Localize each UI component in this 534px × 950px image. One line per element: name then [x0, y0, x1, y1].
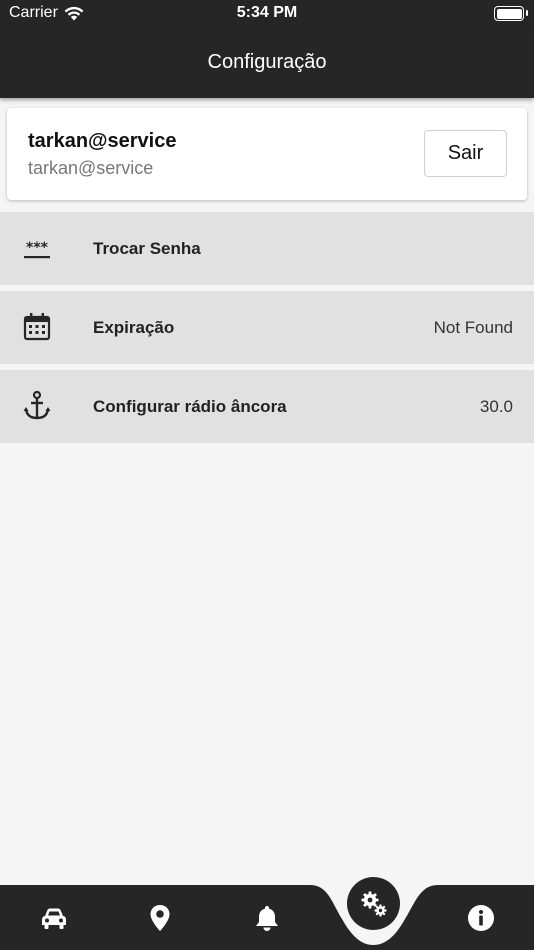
logout-button[interactable]: Sair	[424, 130, 507, 177]
calendar-icon	[23, 313, 51, 341]
page-title: Configuração	[207, 51, 327, 73]
battery-tip	[526, 10, 528, 16]
settings-gears-icon	[361, 891, 386, 916]
info-icon[interactable]	[466, 903, 496, 933]
settings-item-label: Configurar rádio âncora	[93, 397, 287, 416]
settings-item-expiration[interactable]: Expiração Not Found	[0, 291, 534, 364]
battery-icon	[494, 6, 524, 21]
car-icon[interactable]	[39, 903, 69, 933]
settings-item-label: Expiração	[93, 318, 175, 337]
account-email: tarkan@service	[28, 158, 154, 178]
account-card: tarkan@service tarkan@service Sair	[7, 108, 527, 200]
svg-text:***: ***	[26, 240, 49, 256]
map-pin-icon[interactable]	[145, 903, 175, 933]
app-bar: Configuração	[0, 26, 534, 98]
account-name: tarkan@service	[28, 130, 177, 152]
settings-item-anchor-radius[interactable]: Configurar rádio âncora 30.0	[0, 370, 534, 443]
settings-item-change-password[interactable]: *** Trocar Senha	[0, 212, 534, 285]
status-bar: Carrier 5:34 PM	[0, 0, 534, 26]
settings-item-label: Trocar Senha	[93, 239, 201, 258]
password-icon: ***	[24, 240, 50, 259]
bell-icon[interactable]	[252, 903, 282, 933]
settings-item-value: Not Found	[433, 318, 513, 337]
settings-item-value: 30.0	[479, 397, 513, 416]
bottom-nav	[0, 885, 534, 950]
status-time: 5:34 PM	[236, 4, 298, 21]
anchor-icon	[23, 390, 51, 420]
settings-tab-button[interactable]	[347, 877, 400, 930]
